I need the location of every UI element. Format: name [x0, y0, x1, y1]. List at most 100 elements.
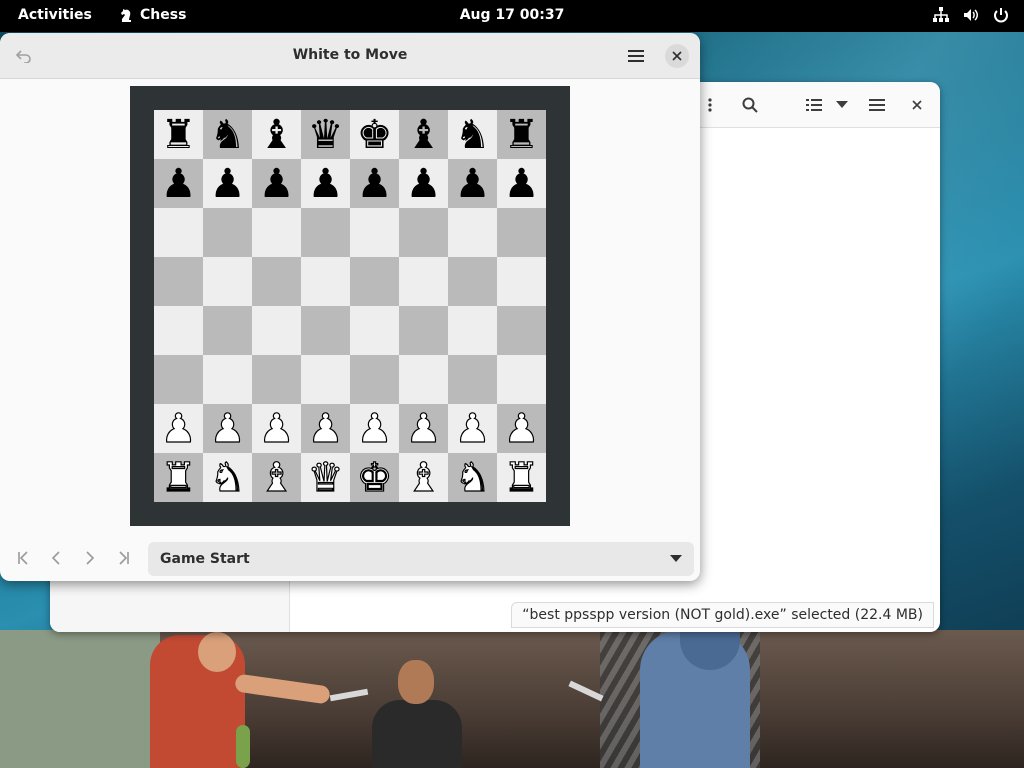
square-d7[interactable]: ♟: [301, 159, 350, 208]
square-c7[interactable]: ♟: [252, 159, 301, 208]
black-queen-icon[interactable]: ♛: [308, 115, 344, 155]
square-b3[interactable]: [203, 355, 252, 404]
square-c2[interactable]: ♟: [252, 404, 301, 453]
close-icon[interactable]: [665, 44, 689, 68]
clock-button[interactable]: Aug 17 00:37: [460, 7, 565, 23]
square-h8[interactable]: ♜: [497, 110, 546, 159]
hamburger-menu-icon[interactable]: [622, 42, 650, 70]
black-pawn-icon[interactable]: ♟: [406, 164, 442, 204]
close-icon[interactable]: [903, 91, 931, 119]
square-a5[interactable]: [154, 257, 203, 306]
square-d2[interactable]: ♟: [301, 404, 350, 453]
go-last-icon[interactable]: [109, 543, 139, 573]
go-first-icon[interactable]: [8, 543, 38, 573]
square-b8[interactable]: ♞: [203, 110, 252, 159]
square-b2[interactable]: ♟: [203, 404, 252, 453]
activities-button[interactable]: Activities: [18, 7, 92, 23]
square-g1[interactable]: ♞: [448, 453, 497, 502]
square-g4[interactable]: [448, 306, 497, 355]
square-a4[interactable]: [154, 306, 203, 355]
white-pawn-icon[interactable]: ♟: [307, 408, 344, 449]
square-d5[interactable]: [301, 257, 350, 306]
white-rook-icon[interactable]: ♜: [160, 457, 197, 498]
white-pawn-icon[interactable]: ♟: [356, 408, 393, 449]
square-f2[interactable]: ♟: [399, 404, 448, 453]
white-pawn-icon[interactable]: ♟: [405, 408, 442, 449]
black-pawn-icon[interactable]: ♟: [308, 164, 344, 204]
black-pawn-icon[interactable]: ♟: [259, 164, 295, 204]
square-a7[interactable]: ♟: [154, 159, 203, 208]
black-knight-icon[interactable]: ♞: [455, 115, 491, 155]
square-h4[interactable]: [497, 306, 546, 355]
square-c4[interactable]: [252, 306, 301, 355]
menu-icon[interactable]: [863, 91, 891, 119]
square-g7[interactable]: ♟: [448, 159, 497, 208]
go-previous-icon[interactable]: [41, 543, 71, 573]
square-e6[interactable]: [350, 208, 399, 257]
white-pawn-icon[interactable]: ♟: [209, 408, 246, 449]
move-history-dropdown[interactable]: Game Start: [148, 542, 694, 576]
square-f3[interactable]: [399, 355, 448, 404]
square-e8[interactable]: ♚: [350, 110, 399, 159]
square-b5[interactable]: [203, 257, 252, 306]
white-pawn-icon[interactable]: ♟: [503, 408, 540, 449]
square-c8[interactable]: ♝: [252, 110, 301, 159]
chess-board[interactable]: ♜ ♞ ♝ ♛ ♚ ♝ ♞ ♜ ♟ ♟ ♟ ♟ ♟ ♟ ♟ ♟ ♟ ♟ ♟ ♟ ♟ ♟ ♟ ♟ ♜ ♞ ♝ ♛ ♚ ♝ ♞ ♜: [154, 110, 546, 502]
square-h2[interactable]: ♟: [497, 404, 546, 453]
square-f5[interactable]: [399, 257, 448, 306]
black-king-icon[interactable]: ♚: [357, 115, 393, 155]
white-knight-icon[interactable]: ♞: [209, 457, 246, 498]
app-menu-button[interactable]: Chess: [118, 7, 186, 23]
square-c1[interactable]: ♝: [252, 453, 301, 502]
white-rook-icon[interactable]: ♜: [503, 457, 540, 498]
black-pawn-icon[interactable]: ♟: [504, 164, 540, 204]
square-g5[interactable]: [448, 257, 497, 306]
black-rook-icon[interactable]: ♜: [161, 115, 197, 155]
white-king-icon[interactable]: ♚: [356, 457, 393, 498]
square-h5[interactable]: [497, 257, 546, 306]
square-f4[interactable]: [399, 306, 448, 355]
black-knight-icon[interactable]: ♞: [210, 115, 246, 155]
square-c6[interactable]: [252, 208, 301, 257]
square-f1[interactable]: ♝: [399, 453, 448, 502]
square-d3[interactable]: [301, 355, 350, 404]
system-tray[interactable]: [932, 6, 1010, 24]
white-pawn-icon[interactable]: ♟: [454, 408, 491, 449]
white-pawn-icon[interactable]: ♟: [258, 408, 295, 449]
white-bishop-icon[interactable]: ♝: [405, 457, 442, 498]
white-knight-icon[interactable]: ♞: [454, 457, 491, 498]
black-pawn-icon[interactable]: ♟: [210, 164, 246, 204]
black-rook-icon[interactable]: ♜: [504, 115, 540, 155]
white-pawn-icon[interactable]: ♟: [160, 408, 197, 449]
square-h3[interactable]: [497, 355, 546, 404]
square-d4[interactable]: [301, 306, 350, 355]
go-next-icon[interactable]: [75, 543, 105, 573]
square-a6[interactable]: [154, 208, 203, 257]
square-c5[interactable]: [252, 257, 301, 306]
square-f8[interactable]: ♝: [399, 110, 448, 159]
network-icon[interactable]: [932, 6, 950, 24]
dropdown-arrow-icon[interactable]: [828, 91, 856, 119]
white-bishop-icon[interactable]: ♝: [258, 457, 295, 498]
square-a2[interactable]: ♟: [154, 404, 203, 453]
square-g6[interactable]: [448, 208, 497, 257]
square-d6[interactable]: [301, 208, 350, 257]
square-a1[interactable]: ♜: [154, 453, 203, 502]
square-g8[interactable]: ♞: [448, 110, 497, 159]
black-pawn-icon[interactable]: ♟: [161, 164, 197, 204]
square-b4[interactable]: [203, 306, 252, 355]
white-queen-icon[interactable]: ♛: [307, 457, 344, 498]
volume-icon[interactable]: [962, 6, 980, 24]
black-bishop-icon[interactable]: ♝: [259, 115, 295, 155]
square-g3[interactable]: [448, 355, 497, 404]
chess-window[interactable]: White to Move ♜ ♞ ♝ ♛ ♚ ♝ ♞ ♜ ♟ ♟ ♟ ♟ ♟ ♟ ♟ ♟ ♟ ♟ ♟ ♟ ♟ ♟ ♟ ♟ ♜ ♞…: [0, 33, 700, 581]
view-options-icon[interactable]: [696, 91, 724, 119]
list-view-icon[interactable]: [800, 91, 828, 119]
square-f6[interactable]: [399, 208, 448, 257]
square-h6[interactable]: [497, 208, 546, 257]
black-bishop-icon[interactable]: ♝: [406, 115, 442, 155]
square-d1[interactable]: ♛: [301, 453, 350, 502]
square-h1[interactable]: ♜: [497, 453, 546, 502]
square-e7[interactable]: ♟: [350, 159, 399, 208]
square-h7[interactable]: ♟: [497, 159, 546, 208]
